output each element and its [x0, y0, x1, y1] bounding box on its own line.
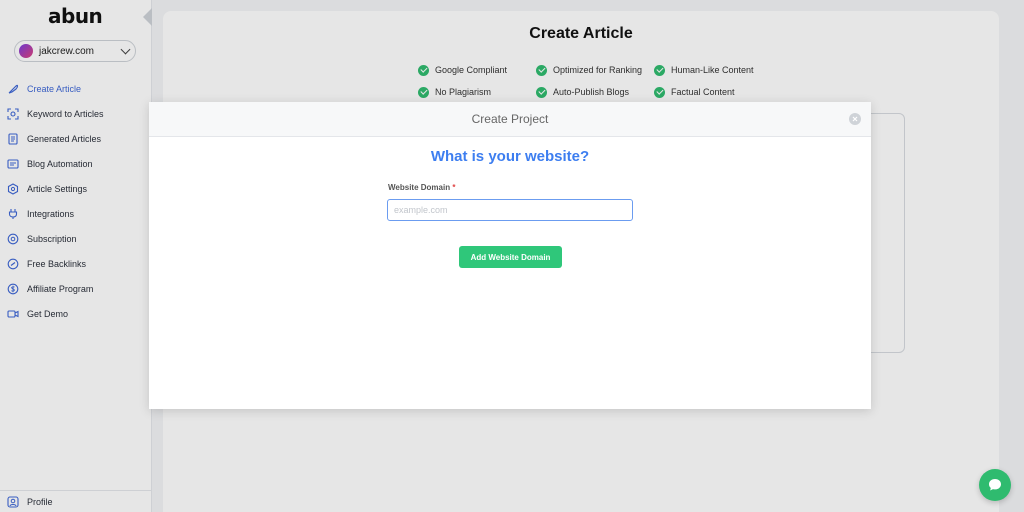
close-icon — [852, 116, 858, 122]
create-project-modal: Create Project What is your website? Web… — [149, 102, 871, 409]
close-button[interactable] — [849, 113, 861, 125]
required-mark: * — [452, 183, 456, 192]
website-domain-input[interactable] — [387, 199, 633, 221]
website-domain-label: Website Domain * — [388, 183, 455, 192]
modal-question: What is your website? — [430, 148, 590, 165]
modal-header: Create Project — [149, 102, 871, 137]
field-label-text: Website Domain — [388, 183, 451, 192]
chat-button[interactable] — [979, 469, 1011, 501]
add-website-domain-button[interactable]: Add Website Domain — [459, 246, 562, 268]
modal-title: Create Project — [471, 112, 549, 126]
chat-icon — [989, 479, 1001, 491]
